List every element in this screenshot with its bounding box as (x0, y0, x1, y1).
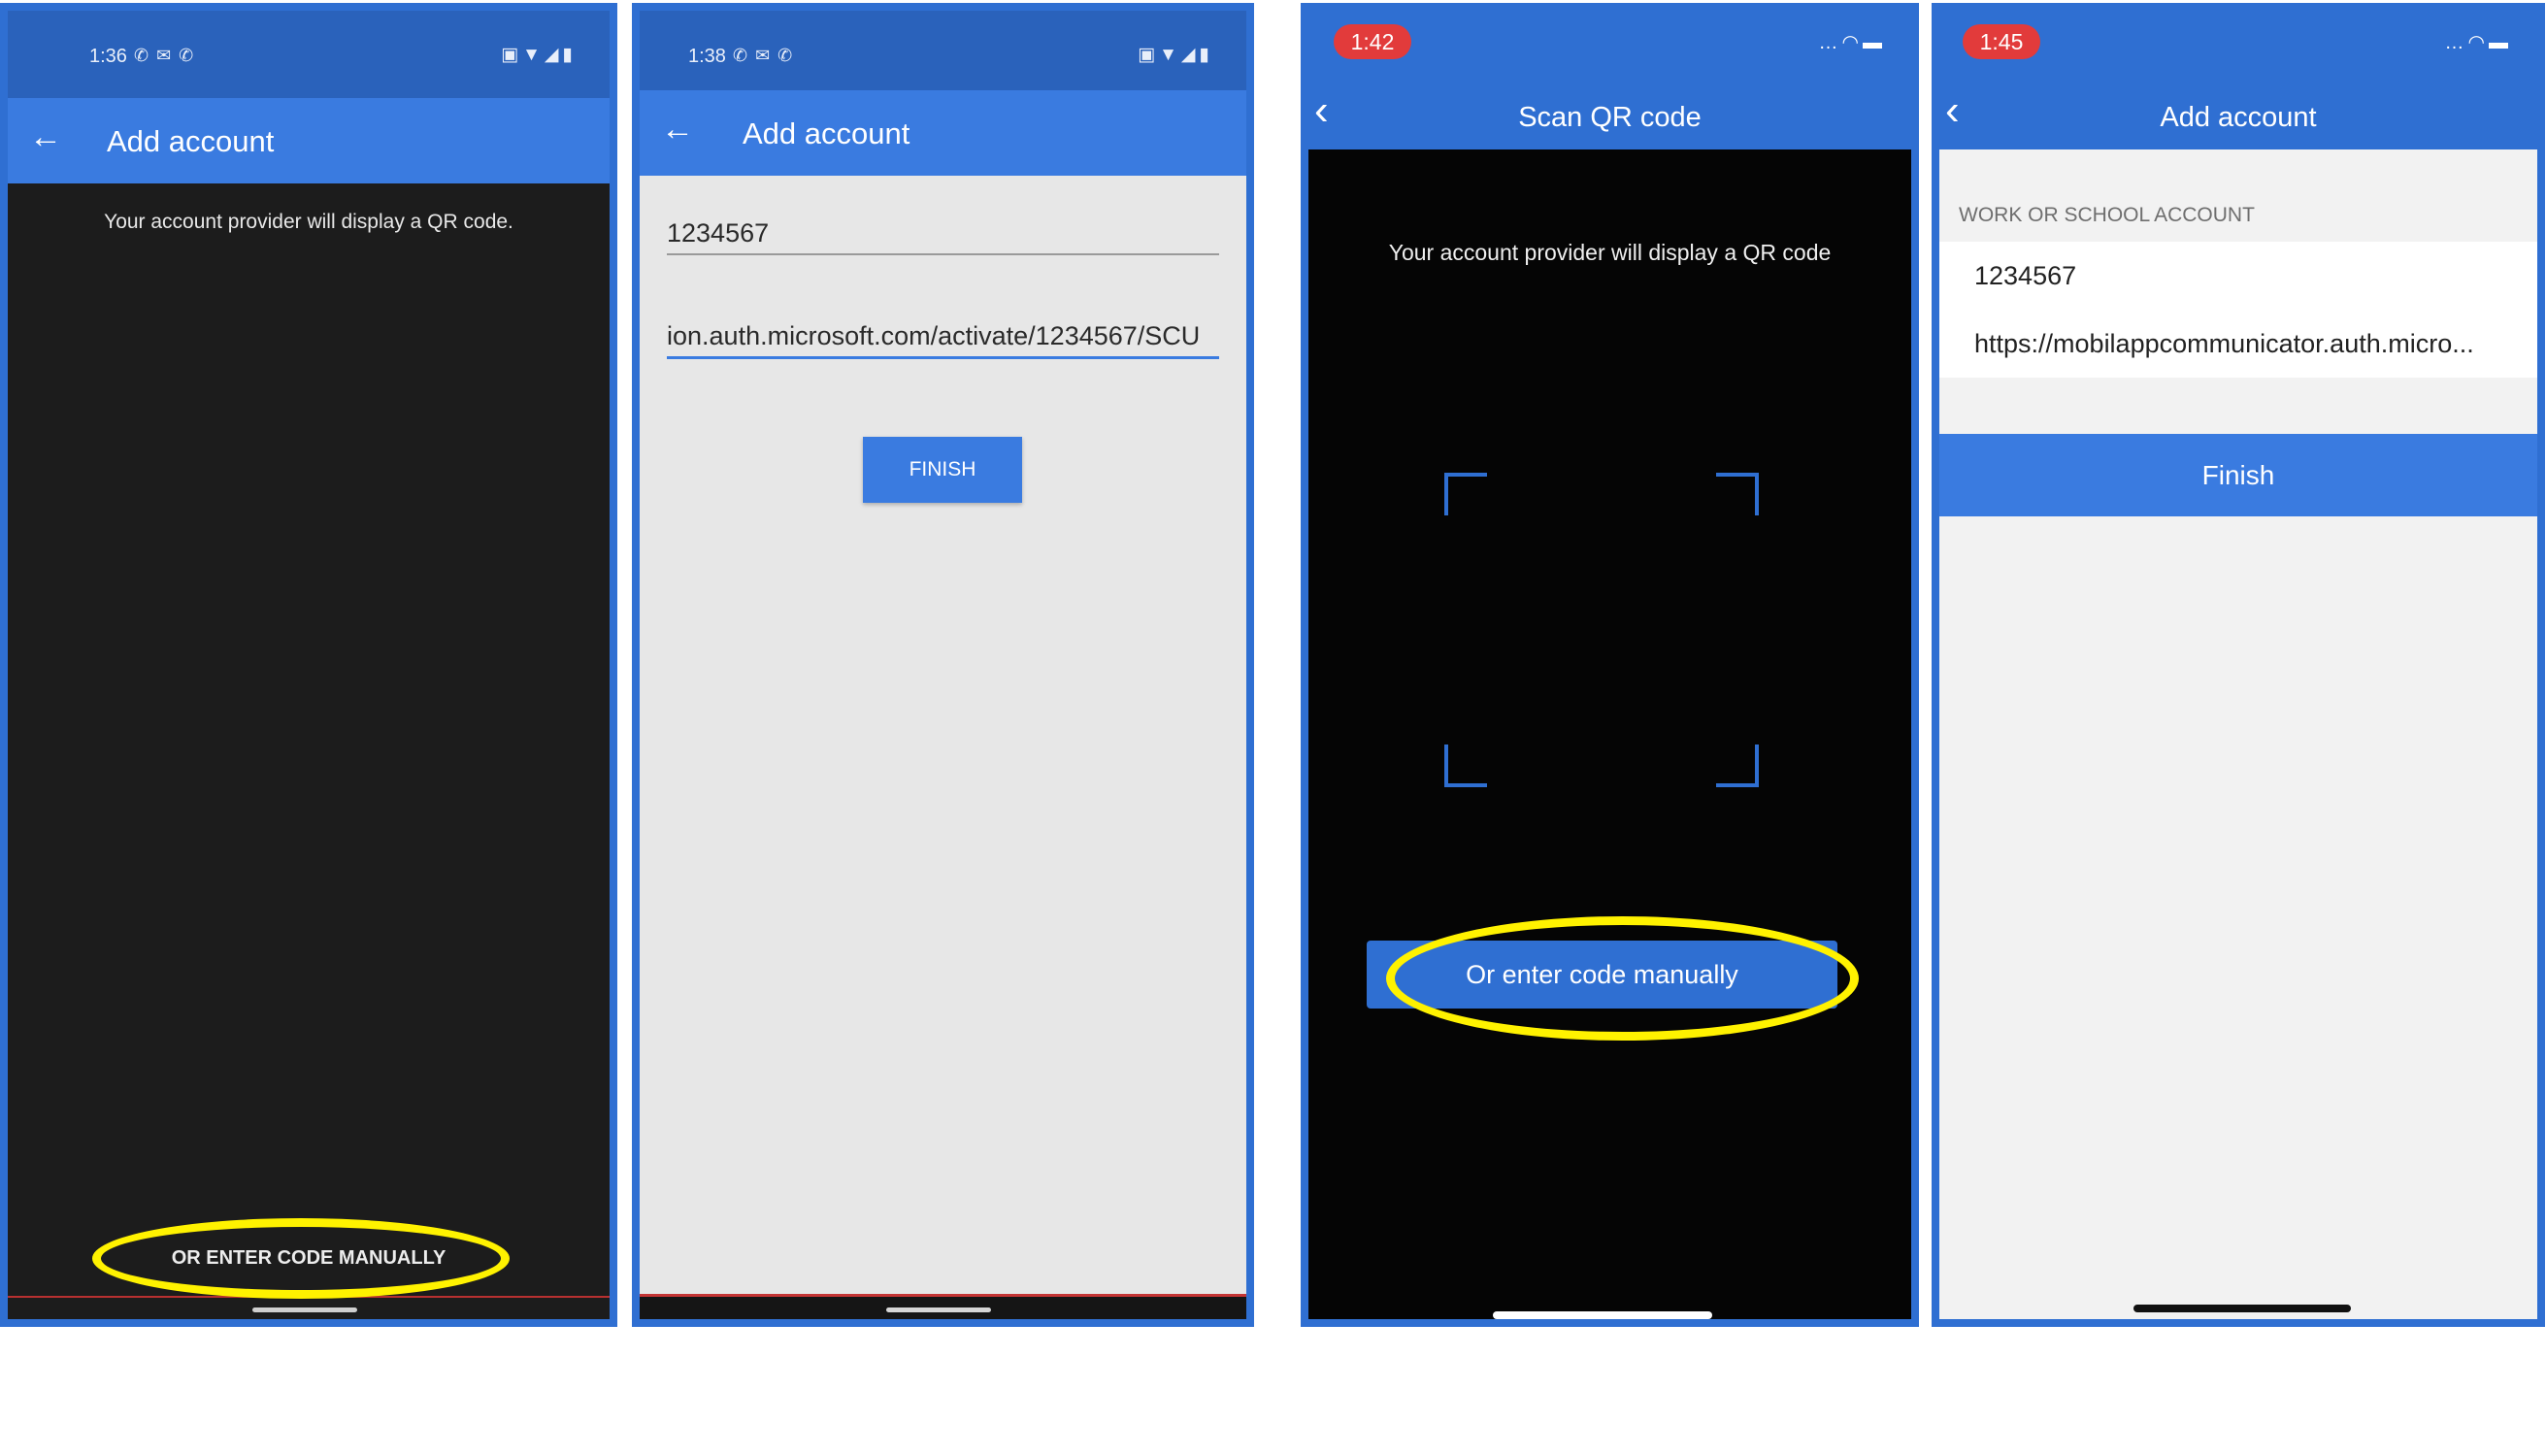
app-bar: ← Add account (640, 90, 1246, 176)
phone-frame-android-manual: 1:38 ✆✉✆ ▣▼◢▮ ← Add account 1234567 ion.… (632, 3, 1254, 1327)
page-title: Scan QR code (1518, 102, 1702, 133)
home-indicator[interactable] (1493, 1311, 1712, 1319)
status-time-pill: 1:42 (1334, 24, 1411, 59)
page-title: Add account (107, 124, 275, 158)
highlight-ellipse-android (92, 1218, 510, 1299)
url-input[interactable]: https://mobilappcommunicator.auth.micro.… (1974, 329, 2474, 359)
status-bar: 1:36 ✆✉✆ ▣▼◢▮ (8, 11, 610, 98)
app-bar: ‹ Scan QR code (1308, 79, 1911, 149)
system-status-icons: ▣▼◢▮ (1138, 45, 1213, 65)
frame-corner-bottom-right (1716, 745, 1759, 787)
qr-scan-frame-icon (1444, 473, 1759, 787)
instruction-text: Your account provider will display a QR … (1388, 240, 1832, 265)
code-input[interactable]: 1234567 (667, 218, 1219, 255)
screen-android-scan: 1:36 ✆✉✆ ▣▼◢▮ ← Add account Your account… (8, 11, 610, 1319)
phone-frame-android-scan: 1:36 ✆✉✆ ▣▼◢▮ ← Add account Your account… (0, 3, 617, 1327)
home-indicator[interactable] (886, 1307, 991, 1312)
home-indicator[interactable] (2133, 1305, 2351, 1312)
screen-ios-scan: 1:42 …◠▬ ‹ Scan QR code Your account pro… (1308, 11, 1911, 1319)
url-input[interactable]: ion.auth.microsoft.com/activate/1234567/… (667, 321, 1219, 359)
status-bar: 1:38 ✆✉✆ ▣▼◢▮ (640, 11, 1246, 98)
status-time-pill: 1:45 (1963, 24, 2040, 59)
frame-corner-top-right (1716, 473, 1759, 515)
frame-corner-top-left (1444, 473, 1487, 515)
phone-frame-ios-scan: 1:42 …◠▬ ‹ Scan QR code Your account pro… (1301, 3, 1919, 1327)
finish-button[interactable]: FINISH (863, 437, 1022, 503)
system-status-icons: ▣▼◢▮ (501, 45, 577, 65)
page-title: Add account (743, 116, 910, 150)
camera-viewfinder: Your account provider will display a QR … (8, 183, 610, 1319)
code-input[interactable]: 1234567 (1974, 261, 2076, 291)
frame-corner-bottom-left (1444, 745, 1487, 787)
app-bar: ‹ Add account (1939, 79, 2537, 149)
camera-viewfinder: Your account provider will display a QR … (1308, 149, 1911, 1319)
highlight-ellipse-ios (1386, 916, 1859, 1041)
arrow-left-icon[interactable]: ← (661, 110, 694, 149)
instruction-text: Your account provider will display a QR … (104, 211, 513, 233)
arrow-left-icon[interactable]: ← (29, 117, 62, 156)
status-time: 1:38 (688, 46, 726, 67)
screen-ios-manual: 1:45 …◠▬ ‹ Add account WORK OR SCHOOL AC… (1939, 11, 2537, 1319)
page-title: Add account (2160, 102, 2317, 133)
status-time: 1:36 (89, 46, 127, 67)
screen-android-manual: 1:38 ✆✉✆ ▣▼◢▮ ← Add account 1234567 ion.… (640, 11, 1246, 1319)
status-bar: 1:42 …◠▬ (1308, 11, 1911, 79)
system-status-icons: …◠▬ (2444, 32, 2512, 53)
url-input-row[interactable]: https://mobilappcommunicator.auth.micro.… (1939, 310, 2537, 378)
form-area: 1234567 ion.auth.microsoft.com/activate/… (640, 176, 1246, 1319)
form-area: WORK OR SCHOOL ACCOUNT 1234567 https://m… (1939, 149, 2537, 1319)
section-header: WORK OR SCHOOL ACCOUNT (1959, 204, 2255, 226)
system-status-icons: …◠▬ (1818, 32, 1886, 53)
notification-icons: ✆✉✆ (134, 46, 202, 65)
notification-icons: ✆✉✆ (733, 46, 801, 65)
status-bar: 1:45 …◠▬ (1939, 11, 2537, 79)
home-indicator[interactable] (252, 1307, 357, 1312)
app-bar: ← Add account (8, 98, 610, 183)
code-input-row[interactable]: 1234567 (1939, 242, 2537, 311)
finish-button[interactable]: Finish (1939, 434, 2537, 516)
phone-frame-ios-manual: 1:45 …◠▬ ‹ Add account WORK OR SCHOOL AC… (1932, 3, 2545, 1327)
